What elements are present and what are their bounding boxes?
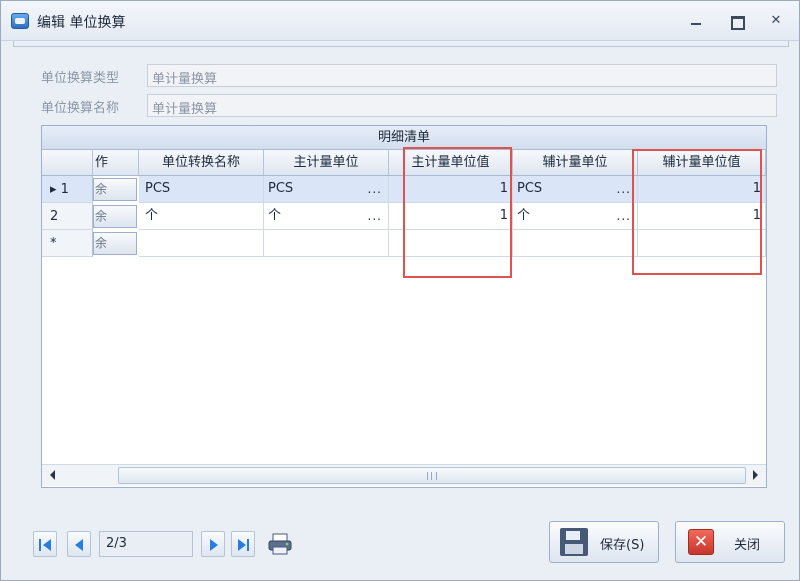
- new-row[interactable]: * 余: [42, 230, 766, 257]
- scroll-right-icon[interactable]: [753, 470, 758, 480]
- cell-aux-unit[interactable]: PCS ...: [513, 176, 638, 203]
- cell-aux-unit[interactable]: [513, 230, 638, 257]
- cell-main-unit-value: 个: [268, 208, 282, 223]
- new-row-indicator: *: [42, 230, 93, 257]
- column-header-name[interactable]: 单位转换名称: [139, 150, 264, 176]
- close-label: 关闭: [734, 538, 761, 553]
- close-button[interactable]: ✕ 关闭: [675, 521, 785, 563]
- column-header-main-value[interactable]: 主计量单位值: [389, 150, 513, 176]
- row-op-button[interactable]: 余: [93, 205, 137, 228]
- next-record-button[interactable]: [201, 531, 225, 557]
- window-title: 编辑 单位换算: [37, 15, 126, 31]
- grip-icon: [427, 472, 437, 480]
- close-icon: ✕: [688, 529, 714, 555]
- title-bar: 编辑 单位换算 ✕: [1, 1, 799, 41]
- first-record-button[interactable]: [33, 531, 57, 557]
- row-header-corner: [42, 150, 93, 176]
- scroll-thumb[interactable]: [118, 467, 746, 484]
- cell-main-unit[interactable]: 个 ...: [264, 203, 389, 230]
- column-header-op[interactable]: 作: [93, 150, 139, 176]
- column-header-main-unit[interactable]: 主计量单位: [264, 150, 389, 176]
- column-header-aux-value[interactable]: 辅计量单位值: [638, 150, 766, 176]
- table-row[interactable]: 2 余 个 个 ... 1 个 ... 1: [42, 203, 766, 230]
- printer-icon[interactable]: [267, 533, 293, 555]
- floppy-disk-icon: [560, 528, 588, 556]
- cell-main-value[interactable]: 1: [389, 203, 513, 230]
- first-icon: [39, 539, 41, 551]
- scroll-left-icon[interactable]: [50, 470, 55, 480]
- cell-aux-value[interactable]: [638, 230, 766, 257]
- save-button[interactable]: 保存(S): [549, 521, 659, 563]
- content-frame: [13, 41, 789, 47]
- cell-main-value[interactable]: [389, 230, 513, 257]
- ellipsis-button[interactable]: ...: [368, 176, 382, 202]
- cell-aux-unit-value: 个: [517, 208, 531, 223]
- row-indicator: ▸ 1: [42, 176, 93, 203]
- grid-caption: 明细清单: [42, 126, 766, 150]
- close-window-button[interactable]: ✕: [765, 11, 787, 31]
- cell-name[interactable]: [139, 230, 264, 257]
- save-label: 保存(S): [600, 538, 645, 553]
- cell-aux-unit-value: PCS: [517, 181, 543, 196]
- edit-window: 编辑 单位换算 ✕ 单位换算类型 单计量换算 单位换算名称 单计量换算 明细清单…: [0, 0, 800, 581]
- row-op-button[interactable]: 余: [93, 232, 137, 255]
- minimize-button[interactable]: [685, 11, 707, 31]
- name-label: 单位换算名称: [41, 101, 120, 116]
- ellipsis-button[interactable]: ...: [617, 203, 631, 229]
- cell-main-unit[interactable]: [264, 230, 389, 257]
- cell-aux-value[interactable]: 1: [638, 203, 766, 230]
- type-field: 单计量换算: [147, 64, 777, 87]
- cell-main-value[interactable]: 1: [389, 176, 513, 203]
- cell-main-unit-value: PCS: [268, 181, 294, 196]
- page-indicator: 2/3: [99, 531, 193, 557]
- cell-main-unit[interactable]: PCS ...: [264, 176, 389, 203]
- app-icon: [11, 13, 29, 29]
- cell-name[interactable]: 个: [139, 203, 264, 230]
- prev-icon: [75, 539, 83, 551]
- last-icon: [238, 539, 246, 551]
- column-header-aux-unit[interactable]: 辅计量单位: [513, 150, 638, 176]
- row-op-button[interactable]: 余: [93, 178, 137, 201]
- horizontal-scrollbar[interactable]: [42, 464, 766, 486]
- maximize-button[interactable]: [725, 11, 747, 31]
- type-label: 单位换算类型: [41, 71, 120, 86]
- name-field: 单计量换算: [147, 94, 777, 117]
- detail-grid: 明细清单 作 单位转换名称 主计量单位 主计量单位值 辅计量单位 辅计量单位值 …: [41, 125, 767, 488]
- cell-aux-unit[interactable]: 个 ...: [513, 203, 638, 230]
- prev-record-button[interactable]: [67, 531, 91, 557]
- cell-name[interactable]: PCS: [139, 176, 264, 203]
- next-icon: [210, 539, 218, 551]
- cell-aux-value[interactable]: 1: [638, 176, 766, 203]
- last-record-button[interactable]: [231, 531, 255, 557]
- ellipsis-button[interactable]: ...: [617, 176, 631, 202]
- row-indicator: 2: [42, 203, 93, 230]
- ellipsis-button[interactable]: ...: [368, 203, 382, 229]
- table-row[interactable]: ▸ 1 余 PCS PCS ... 1 PCS ... 1: [42, 176, 766, 203]
